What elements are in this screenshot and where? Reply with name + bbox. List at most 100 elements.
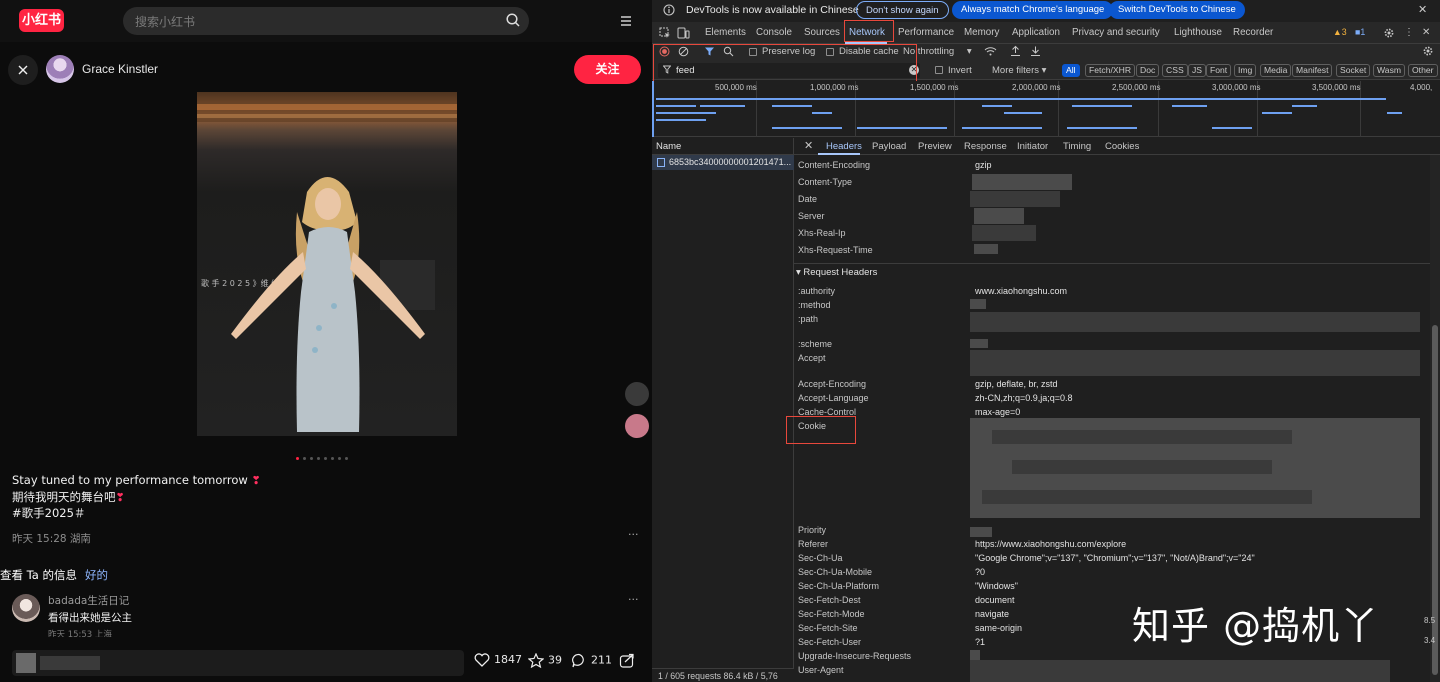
menu-icon[interactable]	[619, 13, 633, 32]
timeline-bar	[1212, 127, 1252, 129]
tab-recorder[interactable]: Recorder	[1233, 27, 1273, 38]
comment-avatar[interactable]	[12, 594, 40, 622]
active-detail-tab-indicator	[818, 153, 860, 155]
request-headers-section-toggle[interactable]: ▾ Request Headers	[796, 267, 877, 278]
switch-to-chinese-button[interactable]: Switch DevTools to Chinese	[1109, 1, 1245, 19]
comment-input[interactable]	[12, 650, 464, 676]
tab-memory[interactable]: Memory	[964, 27, 999, 38]
inspect-element-icon[interactable]	[659, 27, 671, 42]
add-to-board-button[interactable]	[625, 382, 649, 406]
filter-type-wasm[interactable]: Wasm	[1373, 64, 1406, 77]
header-name: :authority	[798, 286, 836, 296]
header-name: Xhs-Real-Ip	[798, 228, 846, 238]
search-icon[interactable]	[505, 12, 521, 32]
export-har-icon[interactable]	[1030, 45, 1041, 60]
tab-sources[interactable]: Sources	[804, 27, 840, 38]
redacted-value	[974, 208, 1024, 224]
tab-elements[interactable]: Elements	[705, 27, 746, 38]
pager-dot[interactable]	[310, 457, 313, 460]
tab-lighthouse[interactable]: Lighthouse	[1174, 27, 1222, 38]
filter-type-img[interactable]: Img	[1234, 64, 1257, 77]
search-input[interactable]: 搜索小红书	[135, 13, 195, 30]
info-prompt-ok-button[interactable]: 好的	[85, 568, 108, 582]
redacted-value	[970, 299, 986, 309]
tab-headers[interactable]: Headers	[826, 141, 862, 152]
detail-scrollbar[interactable]	[1430, 155, 1440, 682]
filter-type-font[interactable]: Font	[1206, 64, 1232, 77]
translate-button[interactable]	[625, 414, 649, 438]
tab-privacy-security[interactable]: Privacy and security	[1072, 27, 1160, 38]
dont-show-again-button[interactable]: Don't show again	[856, 1, 949, 19]
filter-type-other[interactable]: Other	[1408, 64, 1438, 77]
header-value: www.xiaohongshu.com	[975, 286, 1068, 296]
close-icon[interactable]: ✕	[804, 139, 813, 152]
caption-hashtag[interactable]: #歌手2025＃	[12, 506, 85, 520]
pager-dot[interactable]	[317, 457, 320, 460]
tab-performance[interactable]: Performance	[898, 27, 954, 38]
network-settings-icon[interactable]	[1422, 45, 1434, 60]
filter-type-media[interactable]: Media	[1260, 64, 1292, 77]
pager-dot[interactable]	[345, 457, 348, 460]
tab-payload[interactable]: Payload	[872, 141, 906, 152]
pager-dot[interactable]	[338, 457, 341, 460]
comment-user[interactable]: badada生活日记	[48, 593, 129, 608]
pager-dot[interactable]	[324, 457, 327, 460]
filter-type-css[interactable]: CSS	[1162, 64, 1188, 77]
comment-text: 看得出来她是公主	[48, 612, 132, 624]
request-row[interactable]: 6853bc34000000001201471...	[652, 155, 794, 170]
header-name: Accept-Encoding	[798, 379, 867, 389]
like-button[interactable]: 1847	[474, 653, 522, 667]
tab-preview[interactable]: Preview	[918, 141, 952, 152]
note-more-button[interactable]: ···	[628, 528, 639, 541]
pager-dot[interactable]	[303, 457, 306, 460]
more-options-icon[interactable]: ⋮	[1404, 27, 1414, 38]
device-toolbar-icon[interactable]	[677, 27, 690, 42]
filter-type-manifest[interactable]: Manifest	[1292, 64, 1333, 77]
tab-application[interactable]: Application	[1012, 27, 1060, 38]
network-overview-timeline[interactable]: 500,000 ms 1,000,000 ms 1,500,000 ms 2,0…	[652, 81, 1440, 137]
import-har-icon[interactable]	[1010, 45, 1021, 60]
tab-console[interactable]: Console	[756, 27, 792, 38]
xhs-logo[interactable]: 小红书	[19, 9, 64, 32]
share-button[interactable]	[619, 653, 639, 668]
timeline-tick: 3,000,000 ms	[1212, 83, 1261, 92]
author-name[interactable]: Grace Kinstler	[82, 62, 158, 76]
filter-type-js[interactable]: JS	[1188, 64, 1207, 77]
name-column-header[interactable]: Name	[656, 141, 681, 152]
svg-text:歌 手 2 0 2 5 》维 续: 歌 手 2 0 2 5 》维 续	[201, 278, 279, 288]
follow-button[interactable]: 关注	[574, 55, 641, 84]
comment-button[interactable]: 211	[571, 653, 612, 668]
invert-checkbox[interactable]	[935, 66, 943, 74]
filter-type-socket[interactable]: Socket	[1336, 64, 1371, 77]
filter-type-fetch-xhr[interactable]: Fetch/XHR	[1085, 64, 1136, 77]
filter-type-doc[interactable]: Doc	[1136, 64, 1160, 77]
timeline-bar	[1292, 105, 1317, 107]
settings-gear-icon[interactable]	[1383, 27, 1395, 42]
pager-dot[interactable]	[331, 457, 334, 460]
info-prompt-text: 查看 Ta 的信息	[0, 568, 77, 582]
tab-initiator[interactable]: Initiator	[1017, 141, 1048, 152]
message-count[interactable]: ■1	[1355, 27, 1365, 37]
comment-more-button[interactable]: ···	[628, 593, 639, 606]
search-bar[interactable]: 搜索小红书	[123, 7, 529, 35]
timeline-tick: 4,000,	[1410, 83, 1433, 92]
filter-type-all[interactable]: All	[1062, 64, 1080, 77]
author-avatar[interactable]	[46, 55, 74, 83]
pager-dot[interactable]	[296, 457, 299, 460]
close-note-button[interactable]	[8, 55, 38, 85]
close-icon[interactable]: ✕	[1418, 3, 1427, 16]
header-name: Sec-Ch-Ua-Platform	[798, 581, 880, 591]
close-devtools-icon[interactable]: ✕	[1422, 27, 1430, 38]
tab-timing[interactable]: Timing	[1063, 141, 1091, 152]
note-photo[interactable]: 歌 手 2 0 2 5 》维 续	[197, 92, 457, 436]
match-chrome-language-button[interactable]: Always match Chrome's language	[952, 1, 1114, 19]
heart-icon	[474, 653, 490, 667]
network-conditions-icon[interactable]	[984, 45, 997, 60]
collect-button[interactable]: 39	[527, 652, 562, 669]
warning-count[interactable]: ▲3	[1333, 27, 1347, 37]
tab-response[interactable]: Response	[964, 141, 1007, 152]
request-name[interactable]: 6853bc34000000001201471...	[669, 157, 791, 167]
tab-cookies[interactable]: Cookies	[1105, 141, 1139, 152]
request-list-header[interactable]: Name	[652, 138, 794, 155]
more-filters-dropdown[interactable]: More filters ▾	[992, 65, 1046, 76]
